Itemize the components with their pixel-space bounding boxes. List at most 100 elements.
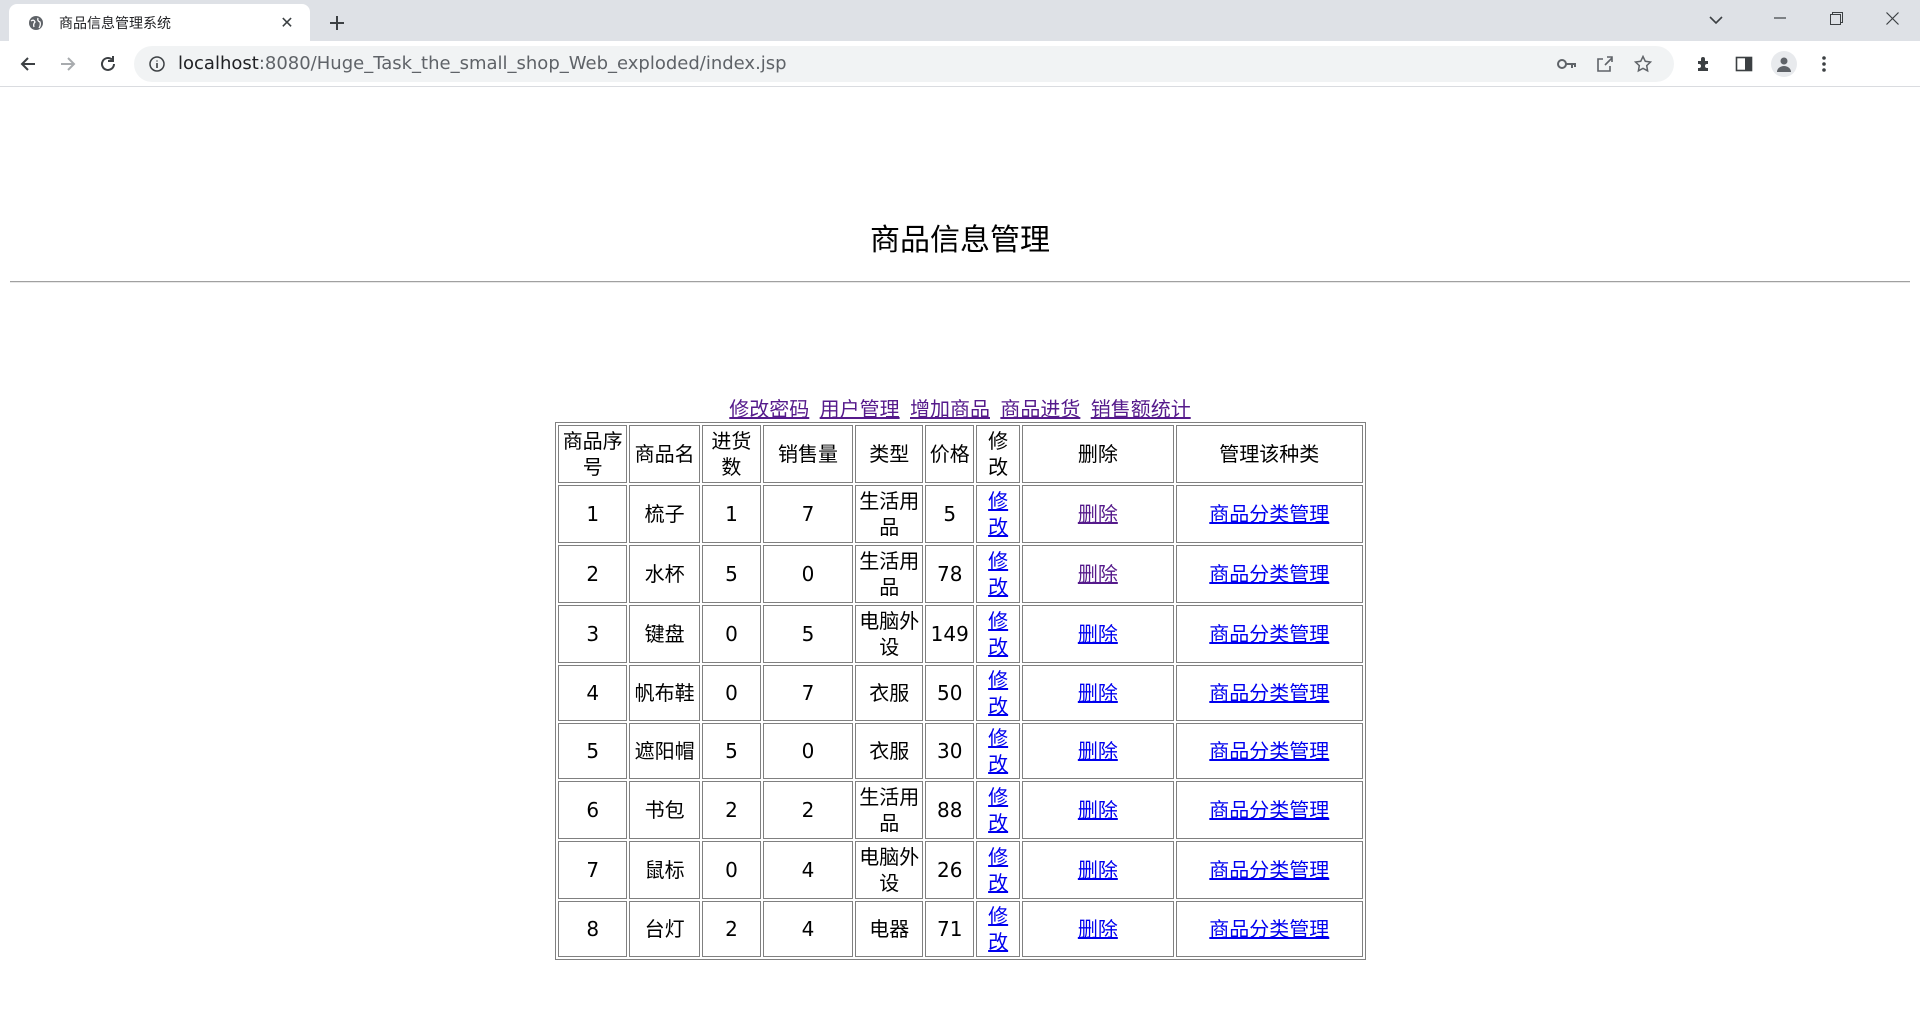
plus-icon[interactable]: [322, 8, 352, 38]
goods-purchase-link[interactable]: 商品进货: [1000, 397, 1080, 421]
cell-id: 3: [558, 605, 628, 663]
edit-link[interactable]: 修改: [988, 549, 1008, 599]
table-row: 7 鼠标 0 4 电脑外设 26 修改 删除 商品分类管理: [558, 841, 1363, 899]
delete-link[interactable]: 删除: [1078, 798, 1118, 822]
side-panel-icon[interactable]: [1724, 44, 1764, 84]
edit-link[interactable]: 修改: [988, 785, 1008, 835]
cell-name: 梳子: [629, 485, 700, 543]
cell-sales: 0: [762, 545, 854, 603]
edit-link[interactable]: 修改: [988, 845, 1008, 895]
delete-link[interactable]: 删除: [1078, 562, 1118, 586]
extensions-icon[interactable]: [1684, 44, 1724, 84]
change-password-link[interactable]: 修改密码: [729, 397, 809, 421]
manage-category-link[interactable]: 商品分类管理: [1209, 562, 1329, 586]
user-management-link[interactable]: 用户管理: [820, 397, 900, 421]
address-bar[interactable]: localhost:8080/Huge_Task_the_small_shop_…: [134, 45, 1674, 82]
kebab-menu-icon[interactable]: [1804, 44, 1844, 84]
url-host: localhost: [178, 53, 259, 74]
divider: [10, 281, 1910, 283]
profile-icon[interactable]: [1764, 44, 1804, 84]
cell-manage: 商品分类管理: [1175, 545, 1363, 603]
goods-table-body: 1 梳子 1 7 生活用品 5 修改 删除 商品分类管理 2 水杯 5 0 生活用品 78 修改 删除 商品分类管…: [558, 485, 1363, 957]
cell-id: 1: [558, 485, 628, 543]
header-edit: 修改: [976, 425, 1021, 483]
share-icon[interactable]: [1586, 46, 1624, 82]
browser-tab[interactable]: 商品信息管理系统 ✕: [9, 4, 310, 41]
manage-category-link[interactable]: 商品分类管理: [1209, 798, 1329, 822]
back-arrow-icon[interactable]: [8, 44, 48, 84]
cell-purchase: 2: [701, 901, 761, 957]
delete-link[interactable]: 删除: [1078, 622, 1118, 646]
cell-edit: 修改: [976, 841, 1021, 899]
tab-title: 商品信息管理系统: [59, 15, 171, 32]
delete-link[interactable]: 删除: [1078, 917, 1118, 941]
cell-manage: 商品分类管理: [1175, 723, 1363, 779]
cell-id: 7: [558, 841, 628, 899]
edit-link[interactable]: 修改: [988, 726, 1008, 776]
cell-id: 4: [558, 665, 628, 721]
manage-category-link[interactable]: 商品分类管理: [1209, 739, 1329, 763]
globe-icon: [27, 14, 45, 32]
cell-type: 电脑外设: [855, 605, 924, 663]
chevron-down-icon[interactable]: [1700, 4, 1732, 36]
cell-manage: 商品分类管理: [1175, 901, 1363, 957]
edit-link[interactable]: 修改: [988, 904, 1008, 954]
manage-category-link[interactable]: 商品分类管理: [1209, 622, 1329, 646]
cell-price: 50: [925, 665, 975, 721]
star-icon[interactable]: [1624, 46, 1662, 82]
cell-sales: 5: [762, 605, 854, 663]
cell-sales: 0: [762, 723, 854, 779]
delete-link[interactable]: 删除: [1078, 739, 1118, 763]
cell-edit: 修改: [976, 723, 1021, 779]
delete-link[interactable]: 删除: [1078, 681, 1118, 705]
cell-type: 电器: [855, 901, 924, 957]
cell-name: 鼠标: [629, 841, 700, 899]
cell-price: 78: [925, 545, 975, 603]
browser-toolbar: localhost:8080/Huge_Task_the_small_shop_…: [0, 41, 1920, 87]
cell-id: 6: [558, 781, 628, 839]
minimize-icon[interactable]: [1752, 0, 1808, 36]
cell-sales: 2: [762, 781, 854, 839]
cell-sales: 7: [762, 485, 854, 543]
edit-link[interactable]: 修改: [988, 609, 1008, 659]
edit-link[interactable]: 修改: [988, 668, 1008, 718]
cell-name: 帆布鞋: [629, 665, 700, 721]
header-purchase: 进货数: [701, 425, 761, 483]
reload-icon[interactable]: [88, 44, 128, 84]
table-row: 3 键盘 0 5 电脑外设 149 修改 删除 商品分类管理: [558, 605, 1363, 663]
key-icon[interactable]: [1548, 46, 1586, 82]
close-window-icon[interactable]: [1864, 0, 1920, 36]
cell-delete: 删除: [1022, 781, 1174, 839]
cell-name: 书包: [629, 781, 700, 839]
table-row: 1 梳子 1 7 生活用品 5 修改 删除 商品分类管理: [558, 485, 1363, 543]
cell-edit: 修改: [976, 545, 1021, 603]
forward-arrow-icon[interactable]: [48, 44, 88, 84]
cell-edit: 修改: [976, 665, 1021, 721]
add-goods-link[interactable]: 增加商品: [910, 397, 990, 421]
url-text[interactable]: localhost:8080/Huge_Task_the_small_shop_…: [178, 53, 1548, 74]
cell-manage: 商品分类管理: [1175, 605, 1363, 663]
delete-link[interactable]: 删除: [1078, 858, 1118, 882]
close-icon[interactable]: ✕: [276, 12, 298, 34]
cell-delete: 删除: [1022, 485, 1174, 543]
delete-link[interactable]: 删除: [1078, 502, 1118, 526]
cell-type: 衣服: [855, 723, 924, 779]
cell-price: 71: [925, 901, 975, 957]
manage-category-link[interactable]: 商品分类管理: [1209, 502, 1329, 526]
cell-name: 水杯: [629, 545, 700, 603]
table-row: 8 台灯 2 4 电器 71 修改 删除 商品分类管理: [558, 901, 1363, 957]
header-sales: 销售量: [762, 425, 854, 483]
cell-delete: 删除: [1022, 901, 1174, 957]
sales-stats-link[interactable]: 销售额统计: [1091, 397, 1191, 421]
manage-category-link[interactable]: 商品分类管理: [1209, 858, 1329, 882]
cell-price: 149: [925, 605, 975, 663]
cell-sales: 7: [762, 665, 854, 721]
info-icon[interactable]: [148, 55, 166, 73]
manage-category-link[interactable]: 商品分类管理: [1209, 917, 1329, 941]
cell-id: 8: [558, 901, 628, 957]
table-row: 5 遮阳帽 5 0 衣服 30 修改 删除 商品分类管理: [558, 723, 1363, 779]
edit-link[interactable]: 修改: [988, 489, 1008, 539]
restore-icon[interactable]: [1808, 0, 1864, 36]
manage-category-link[interactable]: 商品分类管理: [1209, 681, 1329, 705]
cell-purchase: 0: [701, 605, 761, 663]
